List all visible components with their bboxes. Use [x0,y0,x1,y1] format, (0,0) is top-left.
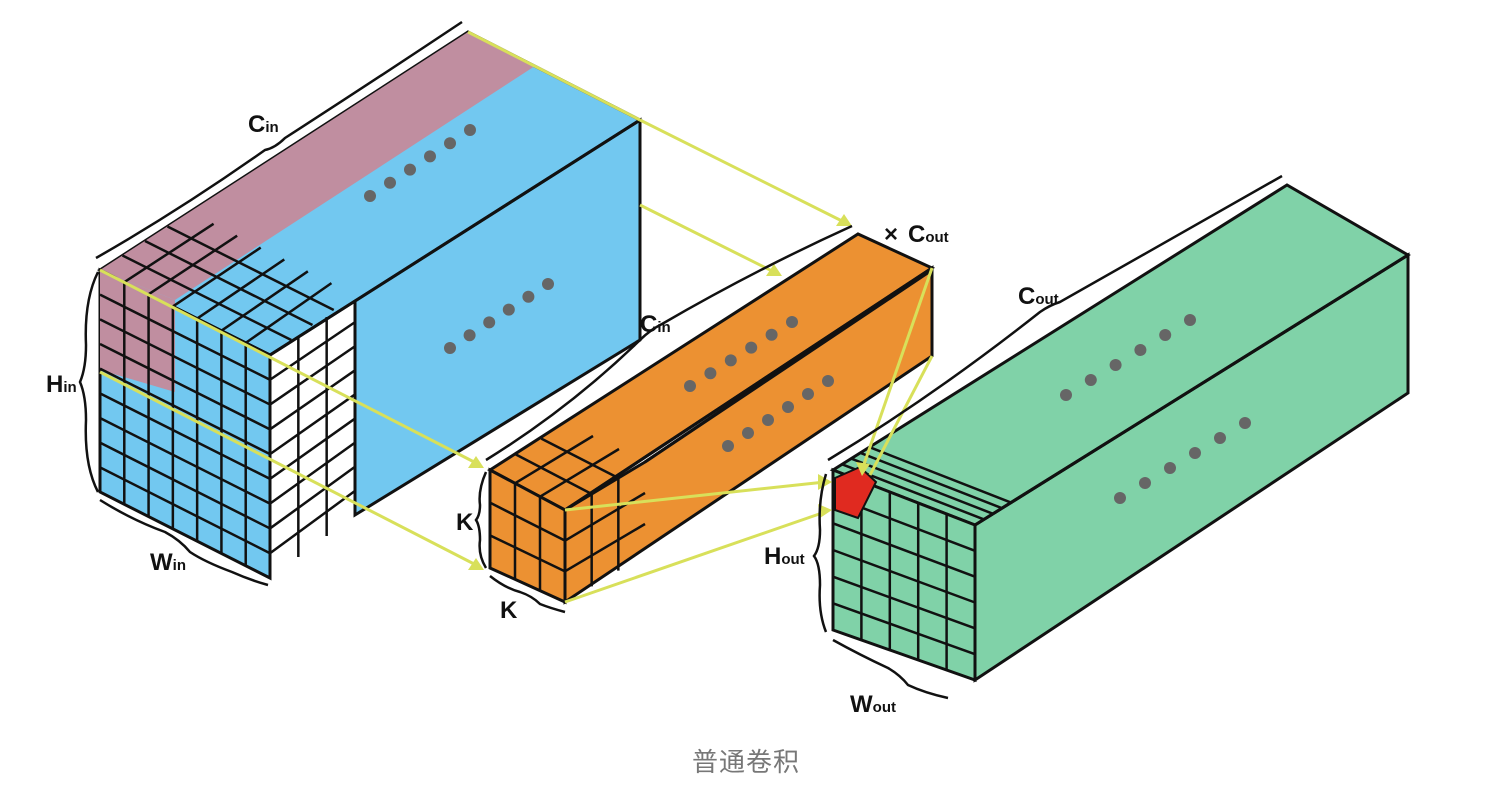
label-c-in-top: Cin [248,111,279,138]
label-c-out: Cout [1018,283,1059,310]
convolution-diagram: Cin Hin Win Cin × Cout K K Cout Hout Wou… [46,20,1411,718]
ellipsis-dot [424,150,436,163]
ellipsis-dot [1114,492,1126,504]
ellipsis-dot [542,278,554,290]
brace-k-vertical [474,471,488,569]
ellipsis-dot [1139,477,1151,489]
connector-line [639,203,779,276]
ellipsis-dot [522,290,535,303]
ellipsis-dot [1214,432,1226,444]
brace-h-in [78,271,100,493]
label-h-in: Hin [46,371,77,398]
ellipsis-dot [722,440,734,452]
brace-h-out [812,473,828,633]
ellipsis-dot [1189,447,1201,459]
input-side-grid [269,317,356,557]
figure-caption: 普通卷积 [691,748,800,778]
label-k-horizontal: K [500,597,518,624]
grid-line [269,489,356,555]
ellipsis-dot [762,414,774,426]
ellipsis-dot [444,342,456,354]
label-times: × [884,221,898,248]
ellipsis-dot [786,316,798,328]
arrowhead [468,456,484,468]
ellipsis-dot [724,354,737,367]
grid-line [269,441,356,505]
ellipsis-dot [1109,359,1122,371]
ellipsis-dot [684,380,696,392]
ellipsis-dot [822,375,834,387]
ellipsis-dot [782,401,794,413]
ellipsis-dot [765,328,778,341]
grid-line [269,393,356,456]
ellipsis-dot [384,176,396,189]
ellipsis-dot [704,367,717,380]
ellipsis-dot [745,341,758,354]
label-h-out: Hout [764,543,805,570]
label-c-out-kernel: Cout [908,221,949,248]
label-w-out: Wout [850,691,896,718]
label-w-in: Win [150,549,186,576]
label-c-in-kernel: Cin [640,311,671,338]
ellipsis-dot [364,190,376,202]
ellipsis-dot [463,329,476,342]
label-k-vertical: K [456,509,474,536]
connector-line [639,118,849,226]
ellipsis-dot [404,163,416,176]
ellipsis-dot [1084,374,1097,386]
ellipsis-dot [802,388,814,400]
ellipsis-dot [502,303,515,316]
ellipsis-dot [1164,462,1176,474]
ellipsis-dot [1239,417,1251,429]
grid-line [269,417,356,480]
ellipsis-dot [464,124,476,136]
ellipsis-dot [483,316,496,329]
output-tensor [829,183,1411,683]
ellipsis-dot [444,137,456,150]
ellipsis-dot [1159,329,1172,341]
ellipsis-dot [1184,314,1196,326]
ellipsis-dot [1134,344,1147,356]
ellipsis-dot [1060,389,1072,401]
ellipsis-dot [742,427,754,439]
